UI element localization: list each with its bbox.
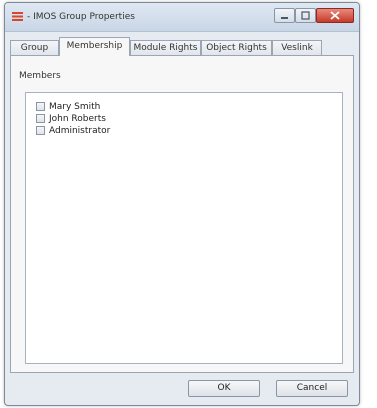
member-checkbox[interactable] — [36, 126, 45, 135]
minimize-icon — [281, 17, 288, 19]
members-label: Members — [19, 71, 61, 81]
maximize-button[interactable] — [295, 8, 316, 23]
app-icon — [12, 11, 23, 22]
members-list: Mary Smith John Roberts Administrator — [25, 92, 343, 364]
window-title: - IMOS Group Properties — [27, 12, 135, 22]
close-button[interactable] — [316, 8, 354, 23]
title-bar[interactable]: - IMOS Group Properties — [5, 3, 359, 32]
group-properties-dialog: - IMOS Group Properties Group Membership… — [4, 2, 360, 406]
member-name[interactable]: Mary Smith — [49, 101, 100, 113]
button-bar: OK Cancel — [10, 373, 354, 401]
minimize-button[interactable] — [274, 8, 295, 23]
membership-panel: Members Mary Smith John Roberts Administ… — [10, 55, 354, 373]
member-name[interactable]: John Roberts — [49, 113, 106, 125]
close-icon — [330, 11, 340, 20]
member-checkbox[interactable] — [36, 102, 45, 111]
tab-module-rights[interactable]: Module Rights — [130, 40, 201, 55]
member-checkbox[interactable] — [36, 114, 45, 123]
ok-button[interactable]: OK — [188, 380, 260, 397]
tab-object-rights[interactable]: Object Rights — [201, 40, 272, 55]
cancel-button[interactable]: Cancel — [276, 380, 348, 397]
tab-membership[interactable]: Membership — [59, 37, 130, 56]
tab-strip: Group Membership Module Rights Object Ri… — [10, 37, 354, 56]
tab-veslink[interactable]: Veslink — [272, 40, 322, 55]
member-name[interactable]: Administrator — [49, 125, 110, 137]
maximize-icon — [301, 11, 310, 20]
tab-group[interactable]: Group — [10, 40, 59, 55]
